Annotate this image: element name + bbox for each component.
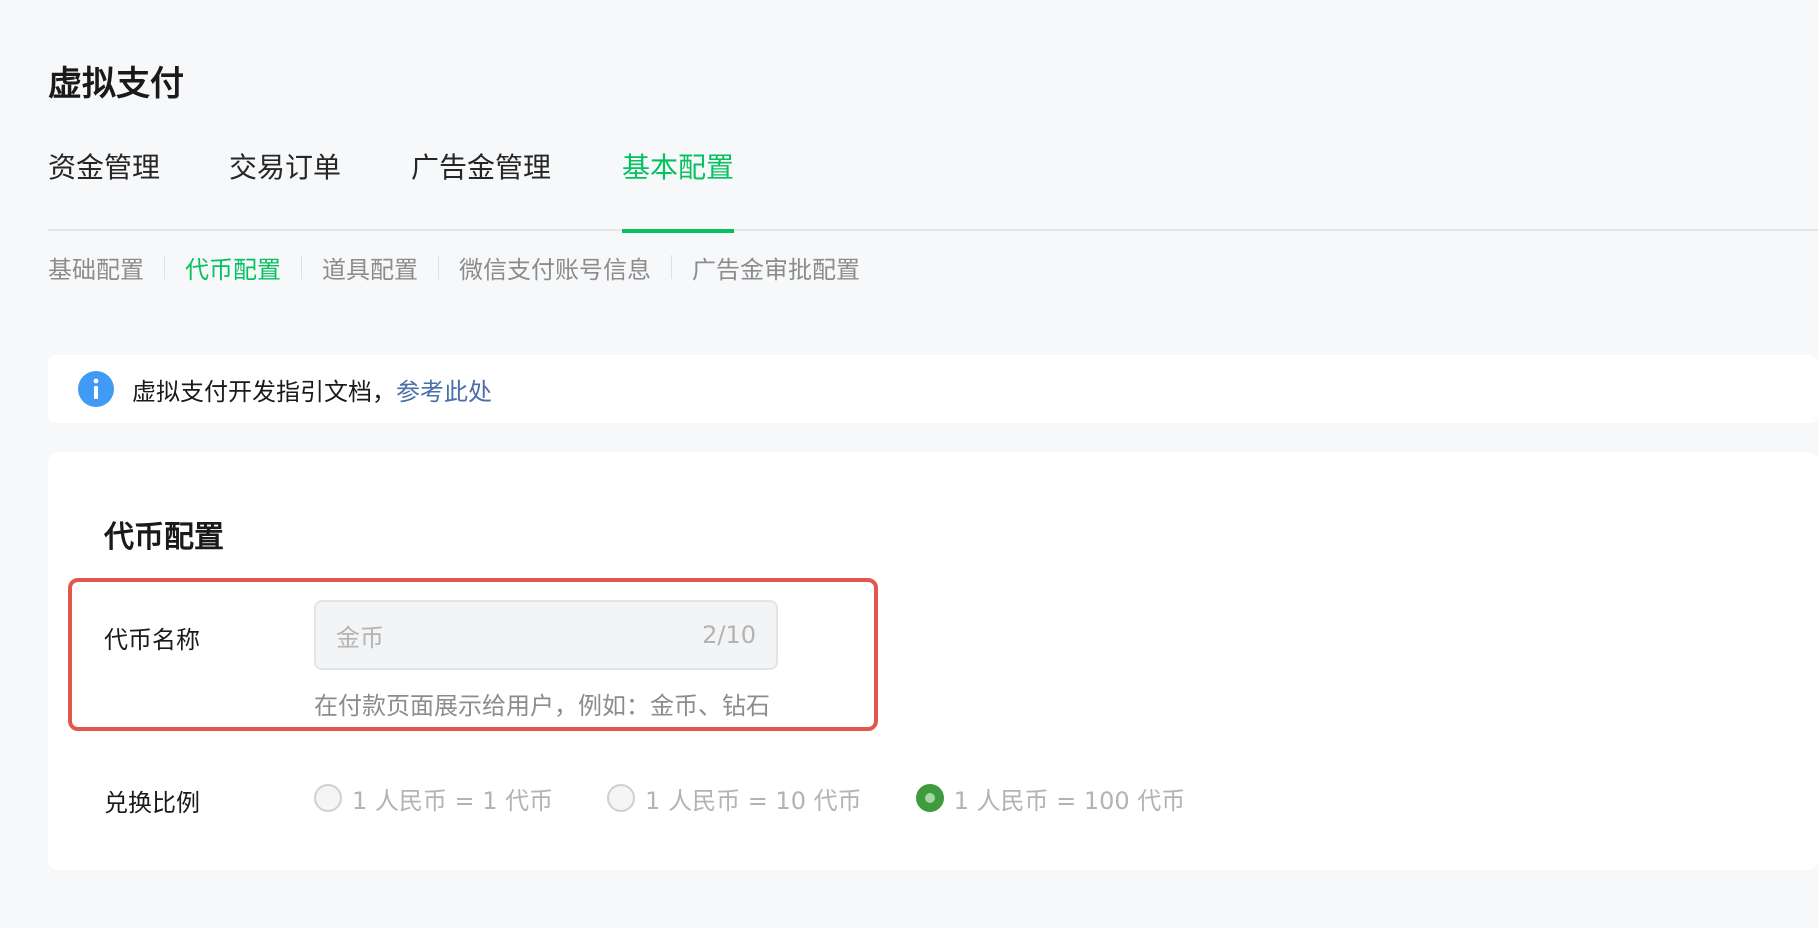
tab-label: 广告金管理 (411, 151, 552, 184)
tab-basic-config[interactable]: 基本配置 (622, 146, 735, 233)
radio-label: 1 人民币 = 1 代币 (352, 786, 554, 815)
page-title: 虚拟支付 (48, 64, 184, 104)
token-name-value: 金币 (336, 623, 384, 652)
tab-label: 交易订单 (229, 151, 342, 184)
radio-label: 1 人民币 = 100 代币 (953, 786, 1186, 815)
info-icon (78, 371, 114, 407)
radio-button[interactable] (314, 784, 342, 812)
notice-reference-link[interactable]: 参考此处 (396, 372, 492, 407)
tab-active-underline (622, 229, 735, 233)
subnav-item-config[interactable]: 道具配置 (322, 250, 418, 285)
page: 虚拟支付 资金管理 交易订单 广告金管理 基本配置 基础配置 代币配置 道具配置… (0, 0, 1818, 928)
tab-label: 资金管理 (48, 151, 161, 184)
radio-label: 1 人民币 = 10 代币 (645, 786, 862, 815)
tab-fund-management[interactable]: 资金管理 (48, 146, 160, 231)
ratio-option-1[interactable]: 1 人民币 = 1 代币 (314, 781, 553, 816)
subnav-divider (438, 255, 439, 279)
notice-text: 虚拟支付开发指引文档， (132, 377, 396, 406)
ratio-option-100[interactable]: 1 人民币 = 100 代币 (915, 781, 1186, 816)
radio-button-checked[interactable] (915, 784, 944, 812)
subnav-token-config[interactable]: 代币配置 (185, 250, 281, 285)
info-notice: 虚拟支付开发指引文档， 参考此处 (48, 355, 1818, 423)
sub-navigation: 基础配置 代币配置 道具配置 微信支付账号信息 广告金审批配置 (48, 250, 860, 284)
subnav-divider (301, 255, 302, 279)
tab-ad-fund-management[interactable]: 广告金管理 (411, 146, 551, 231)
token-name-input[interactable]: 金币 2/10 (314, 600, 778, 670)
char-counter: 2/10 (702, 621, 756, 649)
subnav-wechat-pay-account[interactable]: 微信支付账号信息 (459, 250, 651, 285)
subnav-ad-fund-approval[interactable]: 广告金审批配置 (692, 250, 860, 285)
radio-button[interactable] (607, 784, 636, 812)
token-name-label: 代币名称 (104, 626, 200, 654)
subnav-basic-config[interactable]: 基础配置 (48, 250, 144, 285)
token-name-helper: 在付款页面展示给用户，例如：金币、钻石 (314, 692, 770, 720)
exchange-ratio-radio-group: 1 人民币 = 1 代币 1 人民币 = 10 代币 1 人民币 = 100 代… (314, 781, 1239, 815)
exchange-ratio-label: 兑换比例 (104, 789, 200, 817)
subnav-divider (671, 255, 672, 279)
tab-transaction-orders[interactable]: 交易订单 (229, 146, 341, 231)
tab-label: 基本配置 (622, 151, 735, 184)
token-config-card: 代币配置 代币名称 金币 2/10 在付款页面展示给用户，例如：金币、钻石 兑换… (48, 452, 1818, 870)
ratio-option-10[interactable]: 1 人民币 = 10 代币 (607, 781, 862, 816)
subnav-divider (164, 255, 165, 279)
section-title: 代币配置 (104, 520, 224, 555)
main-tabs: 资金管理 交易订单 广告金管理 基本配置 (48, 146, 1818, 233)
